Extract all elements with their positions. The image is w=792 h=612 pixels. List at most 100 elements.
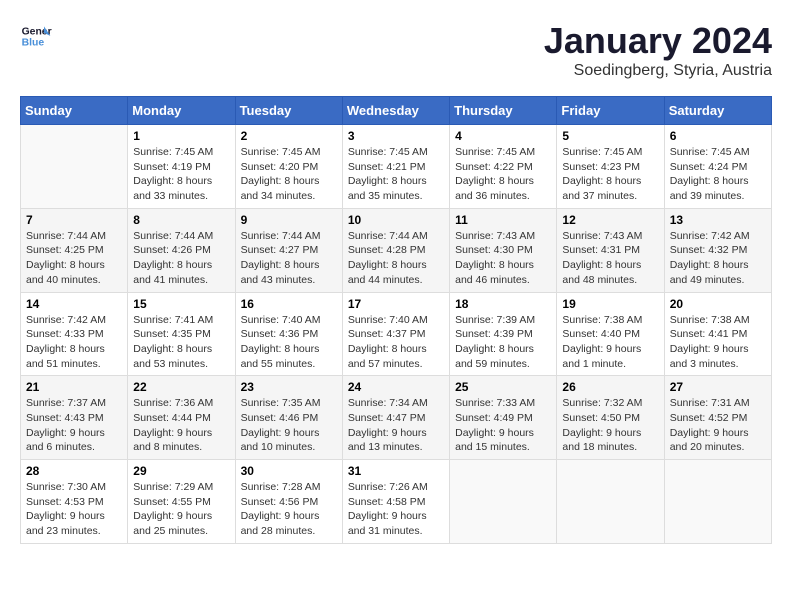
daylight-text: Daylight: 9 hours and 6 minutes. (26, 426, 122, 455)
sunrise-text: Sunrise: 7:30 AM (26, 480, 122, 495)
calendar-day-cell: 16 Sunrise: 7:40 AM Sunset: 4:36 PM Dayl… (235, 292, 342, 376)
day-number: 24 (348, 380, 444, 394)
day-number: 17 (348, 297, 444, 311)
weekday-header: Thursday (450, 97, 557, 125)
day-number: 8 (133, 213, 229, 227)
sunrise-text: Sunrise: 7:45 AM (562, 145, 658, 160)
sunset-text: Sunset: 4:23 PM (562, 160, 658, 175)
calendar-day-cell: 4 Sunrise: 7:45 AM Sunset: 4:22 PM Dayli… (450, 125, 557, 209)
daylight-text: Daylight: 8 hours and 46 minutes. (455, 258, 551, 287)
daylight-text: Daylight: 8 hours and 48 minutes. (562, 258, 658, 287)
calendar-day-cell (21, 125, 128, 209)
daylight-text: Daylight: 9 hours and 1 minute. (562, 342, 658, 371)
day-number: 27 (670, 380, 766, 394)
day-info: Sunrise: 7:31 AM Sunset: 4:52 PM Dayligh… (670, 396, 766, 455)
calendar-day-cell: 15 Sunrise: 7:41 AM Sunset: 4:35 PM Dayl… (128, 292, 235, 376)
daylight-text: Daylight: 8 hours and 59 minutes. (455, 342, 551, 371)
sunrise-text: Sunrise: 7:45 AM (670, 145, 766, 160)
sunset-text: Sunset: 4:56 PM (241, 495, 337, 510)
day-number: 26 (562, 380, 658, 394)
calendar-day-cell: 30 Sunrise: 7:28 AM Sunset: 4:56 PM Dayl… (235, 460, 342, 544)
calendar-day-cell: 9 Sunrise: 7:44 AM Sunset: 4:27 PM Dayli… (235, 208, 342, 292)
sunrise-text: Sunrise: 7:45 AM (133, 145, 229, 160)
day-number: 5 (562, 129, 658, 143)
calendar-day-cell: 26 Sunrise: 7:32 AM Sunset: 4:50 PM Dayl… (557, 376, 664, 460)
sunrise-text: Sunrise: 7:41 AM (133, 313, 229, 328)
day-info: Sunrise: 7:38 AM Sunset: 4:41 PM Dayligh… (670, 313, 766, 372)
calendar-table: SundayMondayTuesdayWednesdayThursdayFrid… (20, 96, 772, 544)
calendar-day-cell: 19 Sunrise: 7:38 AM Sunset: 4:40 PM Dayl… (557, 292, 664, 376)
sunset-text: Sunset: 4:58 PM (348, 495, 444, 510)
calendar-day-cell: 23 Sunrise: 7:35 AM Sunset: 4:46 PM Dayl… (235, 376, 342, 460)
day-number: 2 (241, 129, 337, 143)
day-info: Sunrise: 7:28 AM Sunset: 4:56 PM Dayligh… (241, 480, 337, 539)
day-info: Sunrise: 7:39 AM Sunset: 4:39 PM Dayligh… (455, 313, 551, 372)
day-info: Sunrise: 7:33 AM Sunset: 4:49 PM Dayligh… (455, 396, 551, 455)
sunrise-text: Sunrise: 7:45 AM (241, 145, 337, 160)
day-info: Sunrise: 7:26 AM Sunset: 4:58 PM Dayligh… (348, 480, 444, 539)
day-info: Sunrise: 7:30 AM Sunset: 4:53 PM Dayligh… (26, 480, 122, 539)
sunrise-text: Sunrise: 7:45 AM (348, 145, 444, 160)
day-number: 30 (241, 464, 337, 478)
day-number: 12 (562, 213, 658, 227)
sunset-text: Sunset: 4:26 PM (133, 243, 229, 258)
sunrise-text: Sunrise: 7:32 AM (562, 396, 658, 411)
sunrise-text: Sunrise: 7:40 AM (348, 313, 444, 328)
sunset-text: Sunset: 4:37 PM (348, 327, 444, 342)
daylight-text: Daylight: 8 hours and 43 minutes. (241, 258, 337, 287)
day-info: Sunrise: 7:40 AM Sunset: 4:36 PM Dayligh… (241, 313, 337, 372)
calendar-day-cell: 6 Sunrise: 7:45 AM Sunset: 4:24 PM Dayli… (664, 125, 771, 209)
daylight-text: Daylight: 9 hours and 15 minutes. (455, 426, 551, 455)
day-info: Sunrise: 7:45 AM Sunset: 4:20 PM Dayligh… (241, 145, 337, 204)
day-number: 18 (455, 297, 551, 311)
day-number: 20 (670, 297, 766, 311)
day-number: 25 (455, 380, 551, 394)
calendar-day-cell: 5 Sunrise: 7:45 AM Sunset: 4:23 PM Dayli… (557, 125, 664, 209)
page-header: General Blue January 2024 Soedingberg, S… (20, 20, 772, 80)
day-info: Sunrise: 7:45 AM Sunset: 4:22 PM Dayligh… (455, 145, 551, 204)
sunrise-text: Sunrise: 7:39 AM (455, 313, 551, 328)
sunset-text: Sunset: 4:25 PM (26, 243, 122, 258)
daylight-text: Daylight: 8 hours and 37 minutes. (562, 174, 658, 203)
sunset-text: Sunset: 4:32 PM (670, 243, 766, 258)
sunset-text: Sunset: 4:53 PM (26, 495, 122, 510)
sunset-text: Sunset: 4:43 PM (26, 411, 122, 426)
sunset-text: Sunset: 4:49 PM (455, 411, 551, 426)
daylight-text: Daylight: 8 hours and 53 minutes. (133, 342, 229, 371)
day-info: Sunrise: 7:44 AM Sunset: 4:28 PM Dayligh… (348, 229, 444, 288)
calendar-day-cell: 20 Sunrise: 7:38 AM Sunset: 4:41 PM Dayl… (664, 292, 771, 376)
calendar-day-cell: 7 Sunrise: 7:44 AM Sunset: 4:25 PM Dayli… (21, 208, 128, 292)
calendar-day-cell: 11 Sunrise: 7:43 AM Sunset: 4:30 PM Dayl… (450, 208, 557, 292)
sunset-text: Sunset: 4:31 PM (562, 243, 658, 258)
day-info: Sunrise: 7:40 AM Sunset: 4:37 PM Dayligh… (348, 313, 444, 372)
day-info: Sunrise: 7:45 AM Sunset: 4:19 PM Dayligh… (133, 145, 229, 204)
sunrise-text: Sunrise: 7:44 AM (133, 229, 229, 244)
daylight-text: Daylight: 8 hours and 40 minutes. (26, 258, 122, 287)
daylight-text: Daylight: 8 hours and 36 minutes. (455, 174, 551, 203)
daylight-text: Daylight: 8 hours and 39 minutes. (670, 174, 766, 203)
day-number: 13 (670, 213, 766, 227)
daylight-text: Daylight: 8 hours and 49 minutes. (670, 258, 766, 287)
day-number: 7 (26, 213, 122, 227)
daylight-text: Daylight: 9 hours and 13 minutes. (348, 426, 444, 455)
daylight-text: Daylight: 9 hours and 3 minutes. (670, 342, 766, 371)
sunset-text: Sunset: 4:52 PM (670, 411, 766, 426)
day-number: 14 (26, 297, 122, 311)
day-number: 3 (348, 129, 444, 143)
sunrise-text: Sunrise: 7:42 AM (26, 313, 122, 328)
calendar-week-row: 21 Sunrise: 7:37 AM Sunset: 4:43 PM Dayl… (21, 376, 772, 460)
calendar-day-cell: 8 Sunrise: 7:44 AM Sunset: 4:26 PM Dayli… (128, 208, 235, 292)
day-info: Sunrise: 7:42 AM Sunset: 4:32 PM Dayligh… (670, 229, 766, 288)
daylight-text: Daylight: 9 hours and 28 minutes. (241, 509, 337, 538)
calendar-day-cell: 24 Sunrise: 7:34 AM Sunset: 4:47 PM Dayl… (342, 376, 449, 460)
calendar-day-cell: 28 Sunrise: 7:30 AM Sunset: 4:53 PM Dayl… (21, 460, 128, 544)
sunrise-text: Sunrise: 7:28 AM (241, 480, 337, 495)
day-info: Sunrise: 7:36 AM Sunset: 4:44 PM Dayligh… (133, 396, 229, 455)
daylight-text: Daylight: 9 hours and 18 minutes. (562, 426, 658, 455)
sunrise-text: Sunrise: 7:44 AM (26, 229, 122, 244)
day-info: Sunrise: 7:41 AM Sunset: 4:35 PM Dayligh… (133, 313, 229, 372)
calendar-day-cell: 25 Sunrise: 7:33 AM Sunset: 4:49 PM Dayl… (450, 376, 557, 460)
calendar-day-cell: 29 Sunrise: 7:29 AM Sunset: 4:55 PM Dayl… (128, 460, 235, 544)
day-number: 16 (241, 297, 337, 311)
sunrise-text: Sunrise: 7:29 AM (133, 480, 229, 495)
